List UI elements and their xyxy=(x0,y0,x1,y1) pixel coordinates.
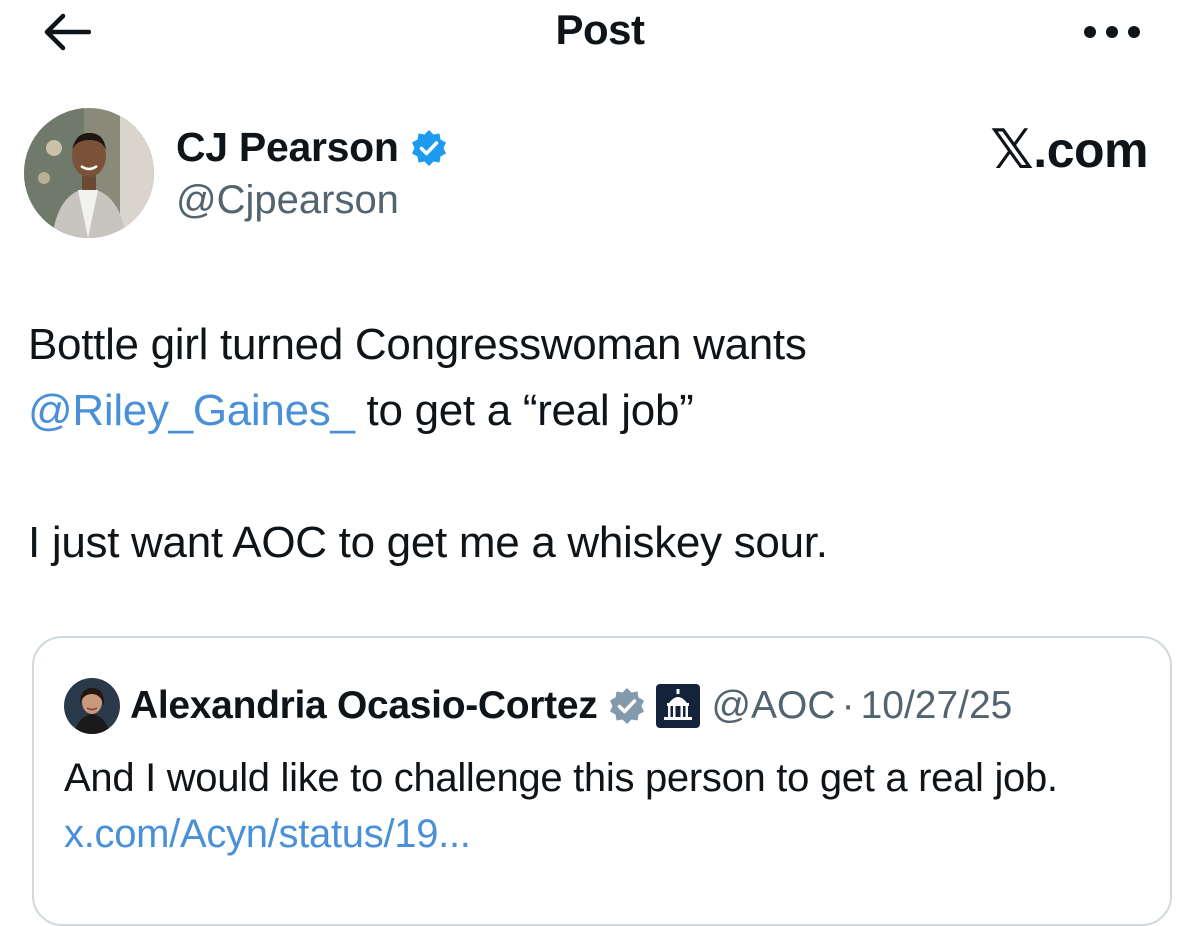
quoted-post-text: And I would like to challenge this perso… xyxy=(64,750,1144,862)
post-line-3: I just want AOC to get me a whiskey sour… xyxy=(28,518,828,567)
quoted-post[interactable]: Alexandria Ocasio-Cortez @AOC · 10/27/25 xyxy=(32,636,1172,926)
post-line-1: Bottle girl turned Congresswoman wants xyxy=(28,320,807,369)
verified-badge-icon xyxy=(409,128,449,168)
more-horizontal-icon xyxy=(1082,24,1142,45)
post-text: Bottle girl turned Congresswoman wants @… xyxy=(28,312,1178,576)
quoted-post-header: Alexandria Ocasio-Cortez @AOC · 10/27/25 xyxy=(64,678,1012,734)
page-title: Post xyxy=(555,6,645,53)
quoted-post-date[interactable]: 10/27/25 xyxy=(861,684,1013,728)
quoted-post-body: And I would like to challenge this perso… xyxy=(64,756,1058,800)
post-line-2: @Riley_Gaines_ to get a “real job” xyxy=(28,378,1178,444)
author-avatar[interactable] xyxy=(24,108,154,238)
gray-verified-badge-icon xyxy=(607,686,647,726)
author-handle[interactable]: @Cjpearson xyxy=(176,178,399,223)
more-options-button[interactable] xyxy=(1074,14,1150,54)
quoted-author-avatar[interactable] xyxy=(64,678,120,734)
separator-dot: · xyxy=(841,684,855,727)
x-logo-glyph: 𝕏 xyxy=(990,118,1034,181)
x-com-watermark: 𝕏 .com xyxy=(990,118,1148,181)
brand-suffix: .com xyxy=(1033,121,1148,178)
top-bar: Post xyxy=(0,0,1200,70)
author-name[interactable]: CJ Pearson xyxy=(176,124,449,171)
quoted-author-handle[interactable]: @AOC xyxy=(711,684,835,728)
post-line-2-rest: to get a “real job” xyxy=(354,386,694,435)
author-display-name: CJ Pearson xyxy=(176,124,399,170)
quoted-post-link[interactable]: x.com/Acyn/status/19... xyxy=(64,812,471,856)
capitol-affiliation-icon xyxy=(655,683,701,729)
quoted-author-name[interactable]: Alexandria Ocasio-Cortez xyxy=(130,684,598,728)
mention-link[interactable]: @Riley_Gaines_ xyxy=(28,386,355,435)
